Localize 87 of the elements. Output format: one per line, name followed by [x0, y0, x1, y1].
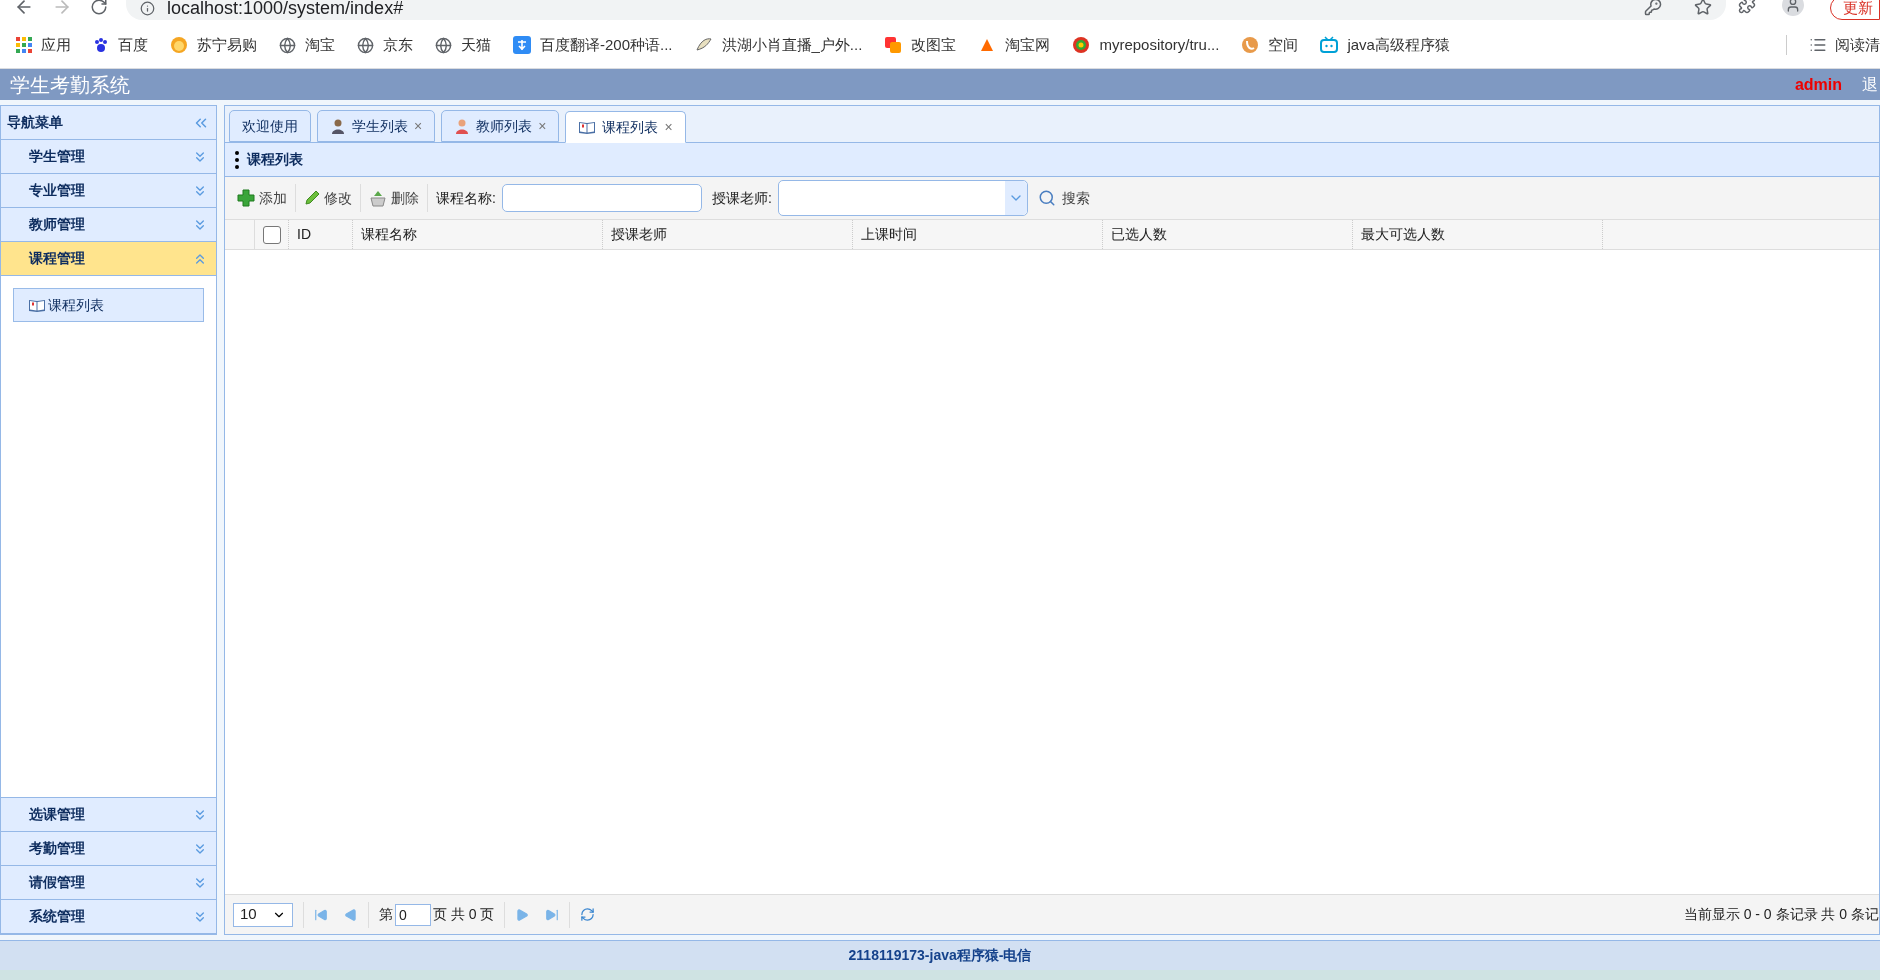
- bookmark[interactable]: 苏宁易购: [170, 33, 257, 57]
- translate-icon: [513, 36, 531, 54]
- list-icon: [1809, 36, 1827, 54]
- toolbar-button[interactable]: 删除: [365, 184, 423, 212]
- person-icon: [454, 118, 471, 134]
- globe-icon: [357, 36, 374, 54]
- panel-title: 课程列表: [247, 150, 303, 169]
- bookmark[interactable]: 空间: [1241, 33, 1299, 57]
- menu-group-header[interactable]: 选课管理: [1, 798, 216, 832]
- bookmark[interactable]: 应用: [16, 33, 71, 57]
- page-count-label: 页 共 0 页: [433, 905, 495, 924]
- bookmark[interactable]: myrepository/tru...: [1072, 33, 1220, 57]
- teacher-select[interactable]: [777, 180, 1028, 216]
- search-button[interactable]: 搜索: [1033, 184, 1094, 212]
- apps-icon: [16, 37, 32, 53]
- key-icon[interactable]: [1644, 0, 1662, 16]
- bookmark[interactable]: 百度翻译-200种语...: [513, 33, 673, 57]
- bookmark[interactable]: 淘宝: [279, 33, 335, 57]
- menu-group-header[interactable]: 教师管理: [1, 208, 216, 242]
- book-icon: [28, 297, 46, 313]
- basket-icon: [369, 189, 387, 207]
- column-header[interactable]: 最大可选人数: [1361, 224, 1445, 245]
- globe-icon: [435, 36, 452, 54]
- menu-group-header[interactable]: 课程管理: [1, 242, 216, 276]
- filter-label: 授课老师:: [711, 188, 772, 208]
- menu-group-header[interactable]: 学生管理: [1, 140, 216, 174]
- profile-icon[interactable]: [1782, 0, 1804, 16]
- refresh-icon[interactable]: [580, 907, 596, 922]
- menu-dots-icon: [235, 150, 239, 169]
- menu-group-header[interactable]: 专业管理: [1, 174, 216, 208]
- tab[interactable]: 学生列表 ×: [317, 110, 436, 142]
- course-name-field[interactable]: [501, 184, 702, 212]
- select-all-checkbox[interactable]: [262, 225, 281, 244]
- footer-text: 2118119173-java程序猿-电信: [848, 946, 1032, 965]
- sidebar-title: 导航菜单: [7, 113, 63, 132]
- record-summary: 当前显示 0 - 0 条记录 共 0 条记: [1683, 905, 1879, 924]
- bookmark[interactable]: 天猫: [435, 33, 491, 57]
- person-icon: [330, 118, 346, 134]
- bookmark[interactable]: 淘宝网: [978, 33, 1051, 57]
- app-title: 学生考勤系统: [10, 72, 130, 98]
- column-header[interactable]: 已选人数: [1111, 224, 1167, 245]
- star-icon[interactable]: [1694, 0, 1712, 16]
- menu-group-header[interactable]: 考勤管理: [1, 832, 216, 866]
- tab[interactable]: 课程列表 ×: [565, 111, 686, 143]
- lion-icon: [170, 36, 188, 54]
- menu-group-header[interactable]: 系统管理: [1, 900, 216, 934]
- globe-icon: [279, 36, 296, 54]
- page-label: 第: [379, 905, 393, 924]
- address-bar[interactable]: localhost:1000/system/index#: [126, 0, 1726, 20]
- bookmark[interactable]: 百度: [93, 33, 148, 57]
- last-page-icon[interactable]: [545, 907, 560, 922]
- close-tab-button[interactable]: ×: [538, 115, 547, 137]
- book-icon: [578, 119, 597, 135]
- username: admin: [1794, 74, 1842, 95]
- plus-icon: [237, 189, 255, 207]
- column-header[interactable]: 课程名称: [361, 224, 417, 245]
- page-size-select[interactable]: 10: [233, 902, 293, 927]
- menu-item[interactable]: 课程列表: [13, 288, 204, 322]
- bookmark[interactable]: 改图宝: [884, 33, 957, 57]
- tv-icon: [1320, 36, 1339, 54]
- search-icon: [1037, 189, 1056, 207]
- previous-page-icon[interactable]: [344, 907, 358, 922]
- first-page-icon[interactable]: [314, 907, 328, 922]
- tab[interactable]: 教师列表 ×: [441, 110, 560, 142]
- close-tab-button[interactable]: ×: [664, 116, 673, 138]
- toolbar-button[interactable]: 添加: [233, 184, 291, 212]
- ring-icon: [1072, 36, 1091, 54]
- bookmark[interactable]: 洪湖小肖直播_户外...: [694, 33, 863, 57]
- tab[interactable]: 欢迎使用: [229, 110, 311, 142]
- toolbar-button[interactable]: 修改: [300, 184, 356, 212]
- bookmark[interactable]: 京东: [357, 33, 413, 57]
- close-tab-button[interactable]: ×: [414, 115, 423, 137]
- menu-group-header[interactable]: 请假管理: [1, 866, 216, 900]
- squares-icon: [884, 36, 903, 54]
- column-header[interactable]: 上课时间: [861, 224, 917, 245]
- column-header[interactable]: ID: [297, 224, 311, 245]
- filter-label: 课程名称:: [436, 188, 496, 208]
- column-header[interactable]: 授课老师: [611, 224, 667, 245]
- bookmark[interactable]: java高级程序猿: [1320, 33, 1450, 57]
- info-icon: [140, 0, 155, 16]
- paw-icon: [93, 37, 109, 53]
- reading-list[interactable]: 阅读清: [1809, 33, 1880, 57]
- page-number-field[interactable]: 0: [395, 903, 431, 926]
- next-page-icon[interactable]: [515, 907, 530, 922]
- reload-icon[interactable]: [90, 0, 108, 16]
- pencil-icon: [304, 190, 320, 206]
- extensions-icon[interactable]: [1738, 0, 1756, 14]
